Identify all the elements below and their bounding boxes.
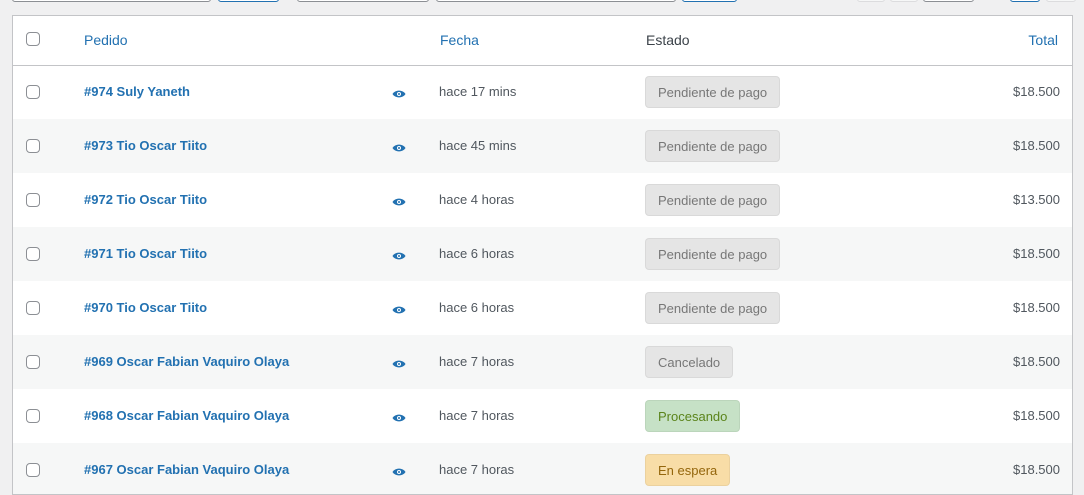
status-badge: Procesando [645, 400, 741, 432]
order-date: hace 6 horas [439, 300, 515, 315]
column-total[interactable]: Total [1028, 16, 1058, 65]
eye-icon[interactable] [392, 411, 406, 422]
select-all-checkbox[interactable] [26, 32, 40, 46]
order-total: $18.500 [1013, 354, 1060, 369]
row-checkbox[interactable] [26, 301, 40, 315]
order-link[interactable]: #974 Suly Yaneth [84, 65, 190, 119]
table-row[interactable]: #969 Oscar Fabian Vaquiro Olaya hace 7 ho… [13, 335, 1072, 389]
order-link[interactable]: #968 Oscar Fabian Vaquiro Olaya [84, 389, 289, 443]
row-checkbox[interactable] [26, 85, 40, 99]
first-page-button[interactable] [857, 0, 885, 2]
eye-icon[interactable] [392, 303, 406, 314]
table-row[interactable]: #967 Oscar Fabian Vaquiro Olaya hace 7 ho… [13, 443, 1072, 494]
eye-icon[interactable] [392, 87, 406, 98]
row-checkbox[interactable] [26, 247, 40, 261]
apply-button[interactable] [218, 0, 279, 2]
status-badge: Pendiente de pago [645, 184, 781, 216]
next-page-button[interactable] [1010, 0, 1040, 2]
status-badge: Pendiente de pago [645, 292, 781, 324]
table-row[interactable]: #972 Tio Oscar Tiito hace 4 horas Pendient… [13, 173, 1072, 227]
order-total: $18.500 [1013, 246, 1060, 261]
row-checkbox[interactable] [26, 463, 40, 477]
order-total: $18.500 [1013, 138, 1060, 153]
table-header: Pedido Fecha Estado Total [13, 16, 1072, 66]
toolbar-top [0, 0, 1084, 16]
order-link[interactable]: #969 Oscar Fabian Vaquiro Olaya [84, 335, 289, 389]
table-row[interactable]: #968 Oscar Fabian Vaquiro Olaya hace 7 ho… [13, 389, 1072, 443]
order-date: hace 45 mins [439, 138, 517, 153]
order-date: hace 7 horas [439, 354, 515, 369]
column-estado: Estado [646, 32, 690, 48]
order-total: $18.500 [1013, 462, 1060, 477]
order-link[interactable]: #971 Tio Oscar Tiito [84, 227, 207, 281]
row-checkbox[interactable] [26, 409, 40, 423]
order-date: hace 7 horas [439, 462, 515, 477]
order-date: hace 4 horas [439, 192, 515, 207]
eye-icon[interactable] [392, 141, 406, 152]
eye-icon[interactable] [392, 249, 406, 260]
table-row[interactable]: #970 Tio Oscar Tiito hace 6 horas Pendient… [13, 281, 1072, 335]
row-checkbox[interactable] [26, 355, 40, 369]
eye-icon[interactable] [392, 357, 406, 368]
order-date: hace 7 horas [439, 408, 515, 423]
table-row[interactable]: #973 Tio Oscar Tiito hace 45 mins Pendient… [13, 119, 1072, 173]
date-filter-select[interactable] [297, 0, 429, 2]
order-total: $13.500 [1013, 192, 1060, 207]
filter-button[interactable] [682, 0, 737, 2]
current-page-input[interactable] [923, 0, 974, 2]
status-badge: Pendiente de pago [645, 238, 781, 270]
order-link[interactable]: #973 Tio Oscar Tiito [84, 119, 207, 173]
order-link[interactable]: #972 Tio Oscar Tiito [84, 173, 207, 227]
orders-table: Pedido Fecha Estado Total #974 Suly Yane… [12, 15, 1073, 495]
order-link[interactable]: #967 Oscar Fabian Vaquiro Olaya [84, 443, 289, 494]
column-pedido[interactable]: Pedido [84, 16, 128, 65]
eye-icon[interactable] [392, 465, 406, 476]
row-checkbox[interactable] [26, 193, 40, 207]
eye-icon[interactable] [392, 195, 406, 206]
order-total: $18.500 [1013, 84, 1060, 99]
status-badge: Cancelado [645, 346, 734, 378]
order-total: $18.500 [1013, 408, 1060, 423]
row-checkbox[interactable] [26, 139, 40, 153]
prev-page-button[interactable] [890, 0, 918, 2]
last-page-button[interactable] [1046, 0, 1076, 2]
column-fecha[interactable]: Fecha [440, 16, 479, 65]
order-link[interactable]: #970 Tio Oscar Tiito [84, 281, 207, 335]
table-row[interactable]: #971 Tio Oscar Tiito hace 6 horas Pendient… [13, 227, 1072, 281]
order-date: hace 17 mins [439, 84, 517, 99]
order-date: hace 6 horas [439, 246, 515, 261]
status-badge: Pendiente de pago [645, 76, 781, 108]
table-row[interactable]: #974 Suly Yaneth hace 17 mins Pendiente de… [13, 65, 1072, 119]
customer-filter-select[interactable] [436, 0, 676, 2]
order-total: $18.500 [1013, 300, 1060, 315]
status-badge: En espera [645, 454, 731, 486]
status-badge: Pendiente de pago [645, 130, 781, 162]
bulk-actions-select[interactable] [12, 0, 211, 2]
